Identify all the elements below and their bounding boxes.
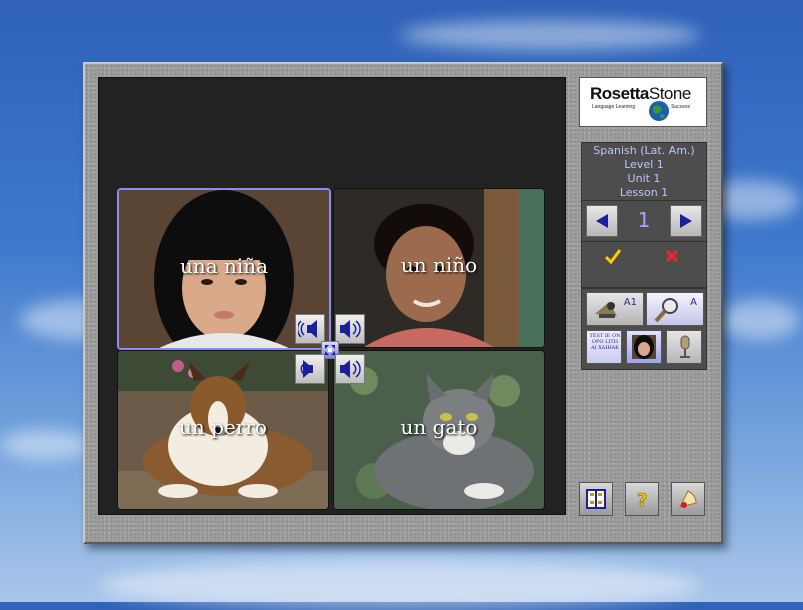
picture-mode-button[interactable] xyxy=(626,330,662,364)
cloud xyxy=(720,300,800,340)
microphone-button[interactable] xyxy=(666,330,702,364)
magnify-level: A xyxy=(690,297,697,308)
listen-level: A1 xyxy=(623,297,637,308)
cloud xyxy=(0,430,90,460)
caption-cat: un gato xyxy=(400,415,478,439)
course-language: Spanish (Lat. Am.) xyxy=(593,144,695,157)
text-mode-label: TEST IE ON OPO LITH AI XAIHAK xyxy=(589,333,621,351)
face-picture-icon xyxy=(632,335,656,359)
caption-boy: un niño xyxy=(400,253,478,277)
speaker-icon xyxy=(340,360,361,378)
globe-icon xyxy=(649,101,669,121)
previous-page-button[interactable] xyxy=(586,205,618,237)
rosetta-stone-logo: RosettaStone Language Learning Success xyxy=(579,77,707,127)
play-cat-audio-button[interactable] xyxy=(335,354,365,384)
svg-text:?: ? xyxy=(637,490,647,510)
menu-icon xyxy=(586,489,606,509)
speaker-icon xyxy=(300,360,313,378)
play-dog-audio-button[interactable] xyxy=(295,354,325,384)
caption-dog: un perro xyxy=(179,415,267,439)
exit-fan-icon xyxy=(679,490,697,508)
logo-tagline-left: Language Learning xyxy=(592,104,636,110)
left-arrow-icon xyxy=(596,214,608,228)
play-boy-audio-button[interactable] xyxy=(335,314,365,344)
cloud xyxy=(100,560,700,610)
logo-title: RosettaStone xyxy=(590,84,691,104)
listen-icon xyxy=(595,302,617,318)
help-button[interactable]: ? xyxy=(625,482,659,516)
cloud xyxy=(400,20,700,50)
page-number: 1 xyxy=(637,208,651,232)
text-mode-button[interactable]: TEST IE ON OPO LITH AI XAIHAK xyxy=(586,330,622,364)
logo-tagline-right: Success xyxy=(671,104,690,110)
right-arrow-icon xyxy=(680,214,692,228)
play-girl-audio-button[interactable] xyxy=(295,314,325,344)
magnify-mode-button[interactable]: A xyxy=(646,292,704,326)
check-icon[interactable] xyxy=(604,248,622,264)
cross-icon[interactable] xyxy=(664,248,680,264)
listen-mode-button[interactable]: A1 xyxy=(586,292,644,326)
course-info: Spanish (Lat. Am.) Level 1 Unit 1 Lesson… xyxy=(581,142,707,201)
speaker-icon xyxy=(340,320,361,338)
logo-tagline: Language Learning Success xyxy=(592,104,690,110)
menu-button[interactable] xyxy=(579,482,613,516)
course-unit: Unit 1 xyxy=(627,172,661,185)
caption-girl: una niña xyxy=(179,254,269,278)
course-lesson: Lesson 1 xyxy=(619,186,669,199)
picture-stage: una niña un niño un perro un gato xyxy=(98,77,566,515)
next-page-button[interactable] xyxy=(670,205,702,237)
page-navigation: 1 xyxy=(581,200,707,242)
speaker-slow-icon xyxy=(298,320,317,338)
feedback-panel xyxy=(581,241,707,288)
app-frame: una niña un niño un perro un gato Rosett… xyxy=(83,62,723,544)
course-level: Level 1 xyxy=(624,158,664,171)
exit-button[interactable] xyxy=(671,482,705,516)
question-mark-icon: ? xyxy=(637,490,648,510)
microphone-icon xyxy=(680,335,690,358)
tools-panel: A1 A TEST IE ON OPO LITH AI XAIHAK xyxy=(581,288,707,370)
logo-brand-part1: Rosetta xyxy=(590,84,649,103)
magnifier-icon xyxy=(654,298,678,323)
